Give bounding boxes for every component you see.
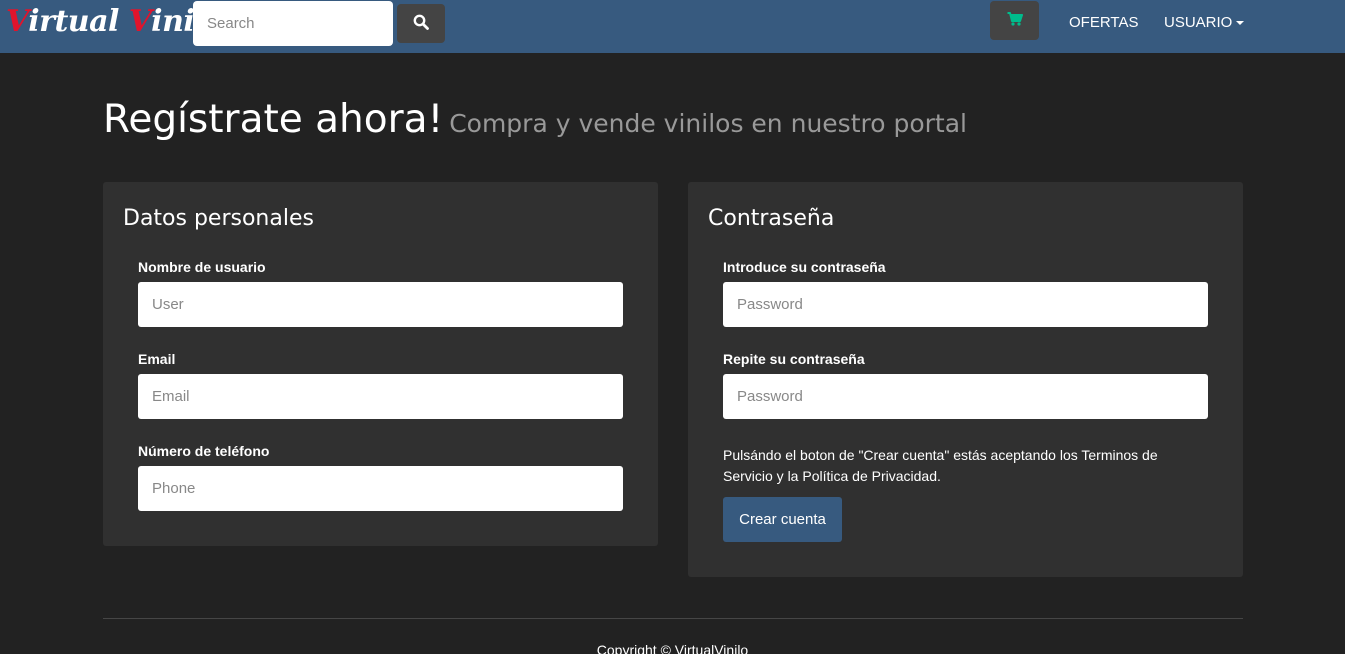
footer-divider xyxy=(103,618,1243,619)
phone-label: Número de teléfono xyxy=(138,443,270,459)
nav-link-usuario[interactable]: USUARIO xyxy=(1164,13,1245,33)
footer-copyright: Copyright © VirtualVinilo xyxy=(596,642,749,654)
search-input[interactable] xyxy=(193,1,393,46)
navbar: Virtual Vinilo OFERTAS USUARIO xyxy=(0,0,1345,53)
create-account-button[interactable]: Crear cuenta xyxy=(723,497,842,542)
phone-input[interactable] xyxy=(138,466,623,511)
email-label: Email xyxy=(138,351,176,367)
password-input[interactable] xyxy=(723,282,1208,327)
username-label: Nombre de usuario xyxy=(138,259,266,275)
page-title-text: Regístrate ahora! xyxy=(103,97,444,142)
repeat-password-input[interactable] xyxy=(723,374,1208,419)
password-panel: Contraseña Introduce su contraseña Repit… xyxy=(688,182,1243,577)
page-subtitle: Compra y vende vinilos en nuestro portal xyxy=(449,109,967,138)
personal-data-title: Datos personales xyxy=(123,206,314,231)
password-label: Introduce su contraseña xyxy=(723,259,886,275)
page-title: Regístrate ahora! Compra y vende vinilos … xyxy=(103,96,967,148)
search-icon xyxy=(413,14,429,33)
repeat-password-label: Repite su contraseña xyxy=(723,351,865,367)
brand-initial-v1: V xyxy=(6,4,29,39)
password-panel-title: Contraseña xyxy=(708,206,835,231)
email-input[interactable] xyxy=(138,374,623,419)
brand-logo[interactable]: Virtual Vinilo xyxy=(6,2,225,46)
cart-icon xyxy=(1007,11,1023,30)
caret-down-icon xyxy=(1236,21,1245,26)
nav-link-usuario-label: USUARIO xyxy=(1164,14,1233,31)
terms-text: Pulsándo el boton de "Crear cuenta" está… xyxy=(723,447,1158,484)
brand-word-1: irtual xyxy=(28,4,119,39)
nav-link-ofertas[interactable]: OFERTAS xyxy=(1069,13,1138,33)
search-button[interactable] xyxy=(397,4,445,43)
personal-data-panel: Datos personales Nombre de usuario Email… xyxy=(103,182,658,546)
username-input[interactable] xyxy=(138,282,623,327)
cart-button[interactable] xyxy=(990,1,1039,40)
brand-initial-v2: V xyxy=(128,4,152,39)
